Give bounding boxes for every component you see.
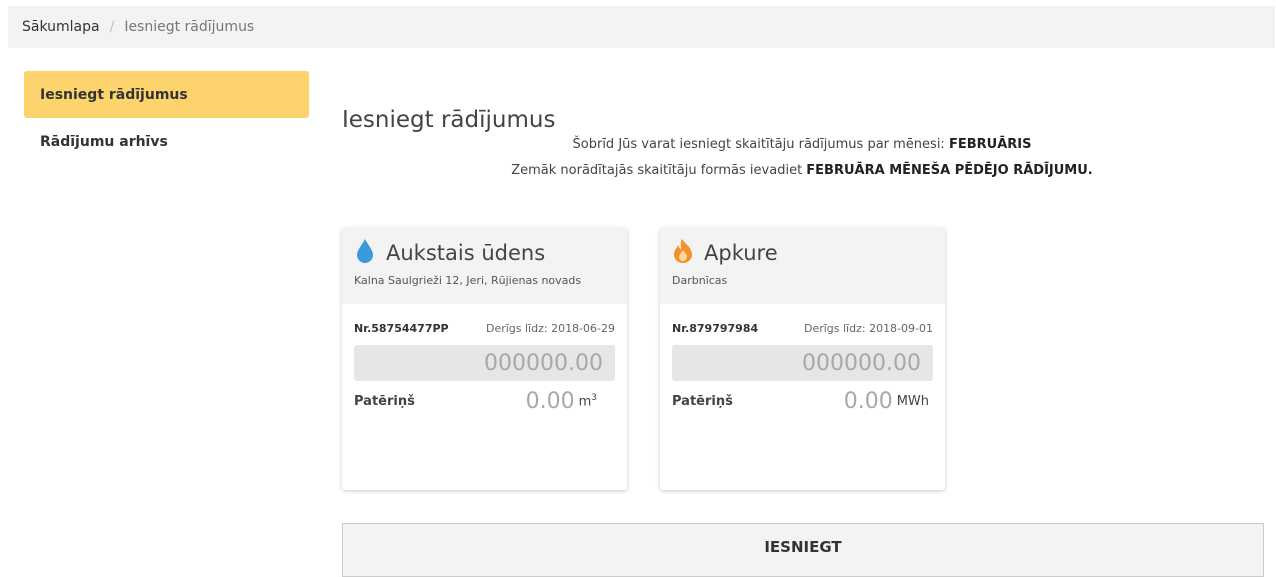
meter-valid-until: Derīgs līdz: 2018-06-29 [485,322,615,335]
meter-reading-input[interactable]: 000000.00 [672,345,933,381]
meter-number: Nr.58754477PP [354,322,449,335]
meter-card-heating: Apkure Darbnīcas Nr.879797984 Derīgs līd… [660,228,945,490]
meter-number: Nr.879797984 [672,322,759,335]
meter-card-cold-water: Aukstais ūdens Kalna Saulgrieži 12, Jeri… [342,228,627,490]
notice-line1-text: Šobrīd Jūs varat iesniegt skaitītāju rād… [572,137,949,152]
notice-line-month: Šobrīd Jūs varat iesniegt skaitītāju rād… [342,132,1262,158]
sidebar-item-label: Iesniegt rādījumus [40,86,188,103]
breadcrumb-home-link[interactable]: Sākumlapa [22,19,100,35]
meter-location: Darbnīcas [672,274,728,287]
usage-value: 0.00 [843,389,893,414]
notice-text: Šobrīd Jūs varat iesniegt skaitītāju rād… [342,132,1262,184]
meter-reading-input[interactable]: 000000.00 [354,345,615,381]
water-drop-icon [354,238,386,268]
sidebar-item-submit-readings[interactable]: Iesniegt rādījumus [24,71,309,118]
usage-unit: m3 [578,393,597,410]
meter-title: Apkure [704,241,778,265]
breadcrumb-separator: / [109,19,115,35]
usage-value: 0.00 [525,389,575,414]
notice-emphasis: FEBRUĀRA MĒNEŠA PĒDĒJO RĀDĪJUMU. [806,163,1093,178]
meter-valid-until: Derīgs līdz: 2018-09-01 [803,322,933,335]
notice-line-instruction: Zemāk norādītajās skaitītāju formās ieva… [342,158,1262,184]
breadcrumb: Sākumlapa / Iesniegt rādījumus [8,6,1275,48]
sidebar-item-label: Rādījumu arhīvs [40,133,168,150]
meter-title: Aukstais ūdens [386,241,546,265]
submit-button[interactable]: IESNIEGT [342,523,1264,577]
meter-address: Kalna Saulgrieži 12, Jeri, Rūjienas nova… [354,274,582,287]
meter-card-header: Apkure Darbnīcas [660,228,945,304]
notice-line2-text: Zemāk norādītajās skaitītāju formās ieva… [511,163,807,178]
flame-icon [672,238,704,268]
usage-label: Patēriņš [354,394,415,409]
usage-unit: MWh [896,394,929,409]
page-title: Iesniegt rādījumus [342,107,556,134]
notice-month: FEBRUĀRIS [948,137,1032,152]
sidebar: Iesniegt rādījumus Rādījumu arhīvs [24,71,309,165]
usage-label: Patēriņš [672,394,733,409]
meter-card-header: Aukstais ūdens Kalna Saulgrieži 12, Jeri… [342,228,627,304]
sidebar-item-readings-archive[interactable]: Rādījumu arhīvs [24,118,309,165]
breadcrumb-current: Iesniegt rādījumus [124,19,255,35]
